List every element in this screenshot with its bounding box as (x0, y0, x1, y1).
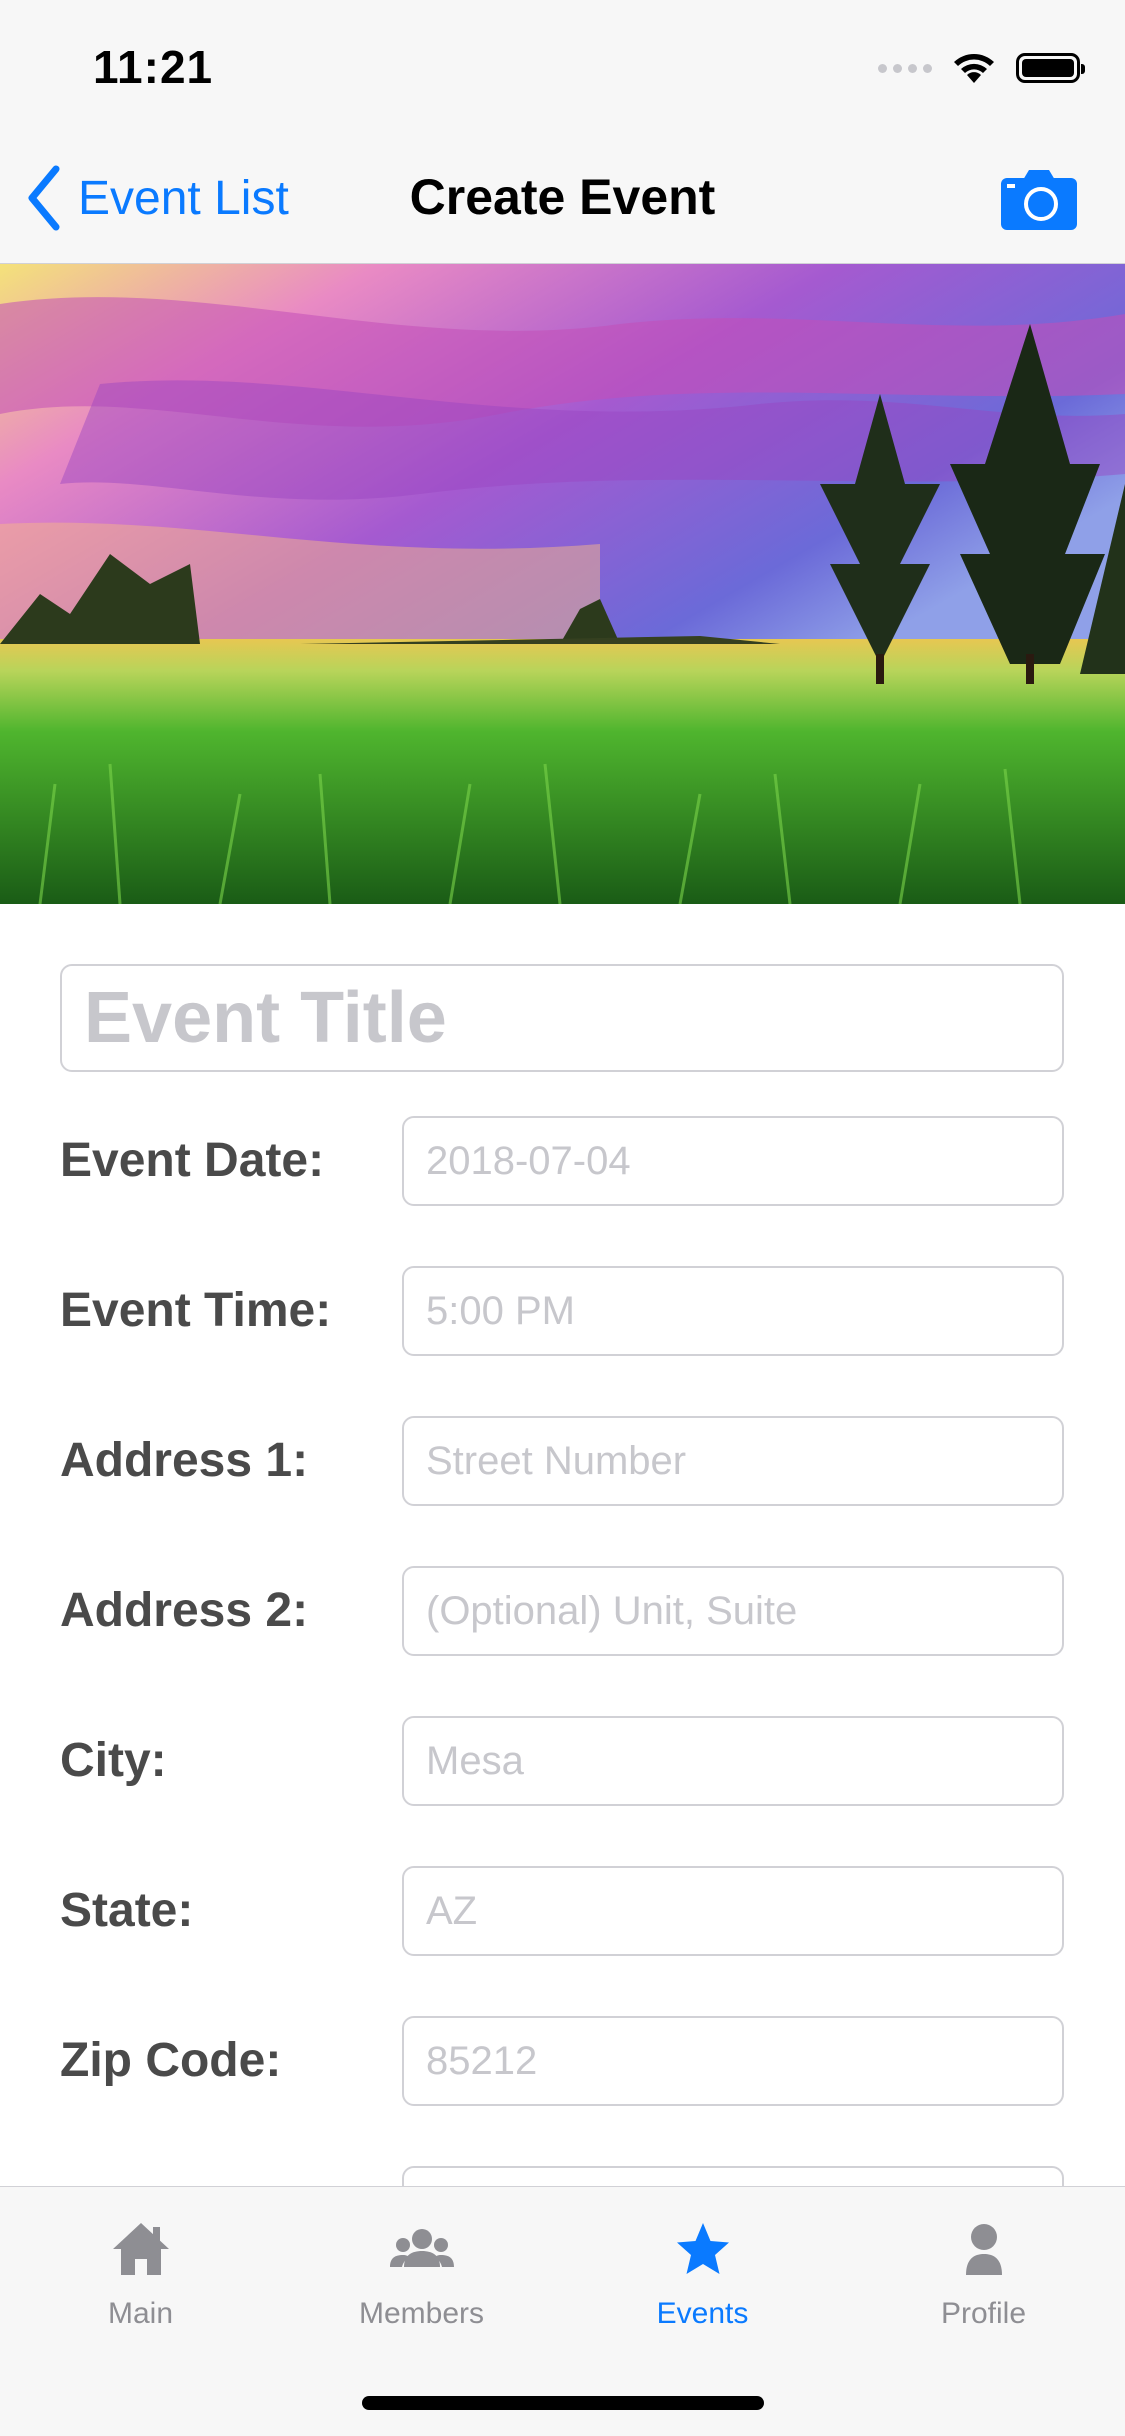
cellular-signal-icon (878, 63, 932, 73)
state-input[interactable] (402, 1866, 1064, 1956)
status-bar: 11:21 (0, 0, 1125, 132)
state-label: State: (60, 1884, 194, 1937)
home-indicator (362, 2396, 764, 2410)
tab-events[interactable]: Events (562, 2187, 843, 2353)
city-row: City: (60, 1716, 1064, 1806)
tab-main-label: Main (107, 2297, 174, 2330)
star-icon (676, 2223, 729, 2274)
status-icons (878, 48, 1085, 88)
members-icon (389, 2229, 454, 2267)
zip-code-row: Zip Code: (60, 2016, 1064, 2106)
event-date-label: Event Date: (60, 1134, 325, 1187)
battery-icon (1016, 53, 1085, 83)
event-date-input[interactable] (402, 1116, 1064, 1206)
tab-profile[interactable]: Profile (843, 2187, 1124, 2353)
address-2-row: Address 2: (60, 1566, 1064, 1656)
tab-main[interactable]: Main (0, 2187, 281, 2353)
address-1-label: Address 1: (60, 1434, 309, 1487)
city-label: City: (60, 1734, 167, 1787)
tab-members-label: Members (358, 2297, 485, 2330)
camera-icon[interactable] (1001, 168, 1077, 230)
zip-code-input[interactable] (402, 2016, 1064, 2106)
home-icon (112, 2223, 169, 2275)
zip-code-label: Zip Code: (60, 2034, 282, 2087)
status-time: 11:21 (93, 41, 214, 93)
back-button-label: Event List (78, 171, 289, 225)
next-field-input[interactable] (402, 2166, 1064, 2186)
back-button[interactable]: Event List (26, 162, 289, 234)
address-1-row: Address 1: (60, 1416, 1064, 1506)
wifi-icon (954, 54, 994, 83)
address-2-input[interactable] (402, 1566, 1064, 1656)
tab-profile-label: Profile (940, 2297, 1027, 2330)
event-time-input[interactable] (402, 1266, 1064, 1356)
event-cover-image (0, 264, 1125, 904)
create-event-form: Event Date: Event Time: Address 1: Addre… (0, 904, 1125, 2186)
chevron-left-icon (28, 165, 60, 231)
tab-members[interactable]: Members (281, 2187, 562, 2353)
event-date-row: Event Date: (60, 1116, 1064, 1206)
event-title-input[interactable] (60, 964, 1064, 1072)
event-time-row: Event Time: (60, 1266, 1064, 1356)
navigation-bar: Event List Create Event (0, 132, 1125, 264)
event-time-label: Event Time: (60, 1284, 332, 1337)
profile-icon (965, 2224, 1002, 2275)
address-1-input[interactable] (402, 1416, 1064, 1506)
next-field-row (60, 2166, 1064, 2186)
address-2-label: Address 2: (60, 1584, 309, 1637)
tab-events-label: Events (656, 2297, 749, 2330)
state-row: State: (60, 1866, 1064, 1956)
city-input[interactable] (402, 1716, 1064, 1806)
